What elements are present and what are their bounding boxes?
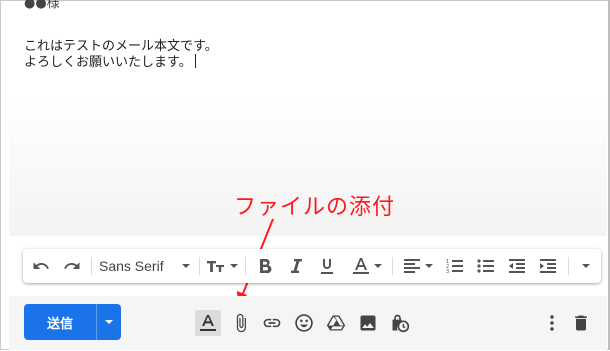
font-family-select[interactable]: Sans Serif — [99, 249, 190, 283]
emoji-icon[interactable] — [291, 310, 317, 336]
chevron-down-icon — [105, 320, 113, 324]
schedule-send-button[interactable] — [97, 304, 121, 340]
formatting-options-icon[interactable] — [195, 310, 221, 336]
underline-icon[interactable] — [317, 249, 337, 283]
insert-photo-icon[interactable] — [355, 310, 381, 336]
font-size-icon[interactable] — [205, 249, 239, 283]
separator — [199, 257, 200, 275]
more-options-icon[interactable] — [539, 310, 565, 336]
text-color-icon[interactable] — [347, 249, 387, 283]
align-icon[interactable] — [398, 249, 438, 283]
formatting-toolbar: Sans Serif 123 — [23, 249, 601, 283]
send-button-group: 送信 — [24, 304, 121, 340]
separator — [245, 257, 246, 275]
send-button[interactable]: 送信 — [24, 304, 96, 340]
redo-icon[interactable] — [60, 249, 84, 283]
undo-icon[interactable] — [29, 249, 53, 283]
annotation-label: ファイルの添付 — [234, 195, 396, 220]
separator — [392, 257, 393, 275]
insert-link-icon[interactable] — [259, 310, 285, 336]
svg-text:3: 3 — [446, 269, 449, 274]
chevron-down-icon — [425, 264, 433, 268]
bulleted-list-icon[interactable] — [474, 249, 498, 283]
compose-window: ●●様 これはテストのメール本文です。 よろしくお願いいたします。 ファイルの添… — [0, 0, 610, 350]
indent-less-icon[interactable] — [505, 249, 529, 283]
italic-icon[interactable] — [286, 249, 306, 283]
chevron-down-icon — [181, 264, 190, 268]
confidential-mode-icon[interactable] — [387, 310, 413, 336]
separator — [568, 257, 569, 275]
font-family-value: Sans Serif — [99, 258, 164, 274]
bold-icon[interactable] — [255, 249, 275, 283]
indent-more-icon[interactable] — [536, 249, 560, 283]
more-formatting-icon[interactable] — [573, 249, 595, 283]
separator — [91, 257, 92, 275]
drive-icon[interactable] — [323, 310, 349, 336]
chevron-down-icon — [582, 264, 590, 268]
chevron-down-icon — [230, 264, 238, 268]
discard-icon[interactable] — [568, 310, 594, 336]
chevron-down-icon — [374, 264, 382, 268]
attach-file-icon[interactable] — [228, 310, 254, 336]
numbered-list-icon[interactable]: 123 — [443, 249, 467, 283]
